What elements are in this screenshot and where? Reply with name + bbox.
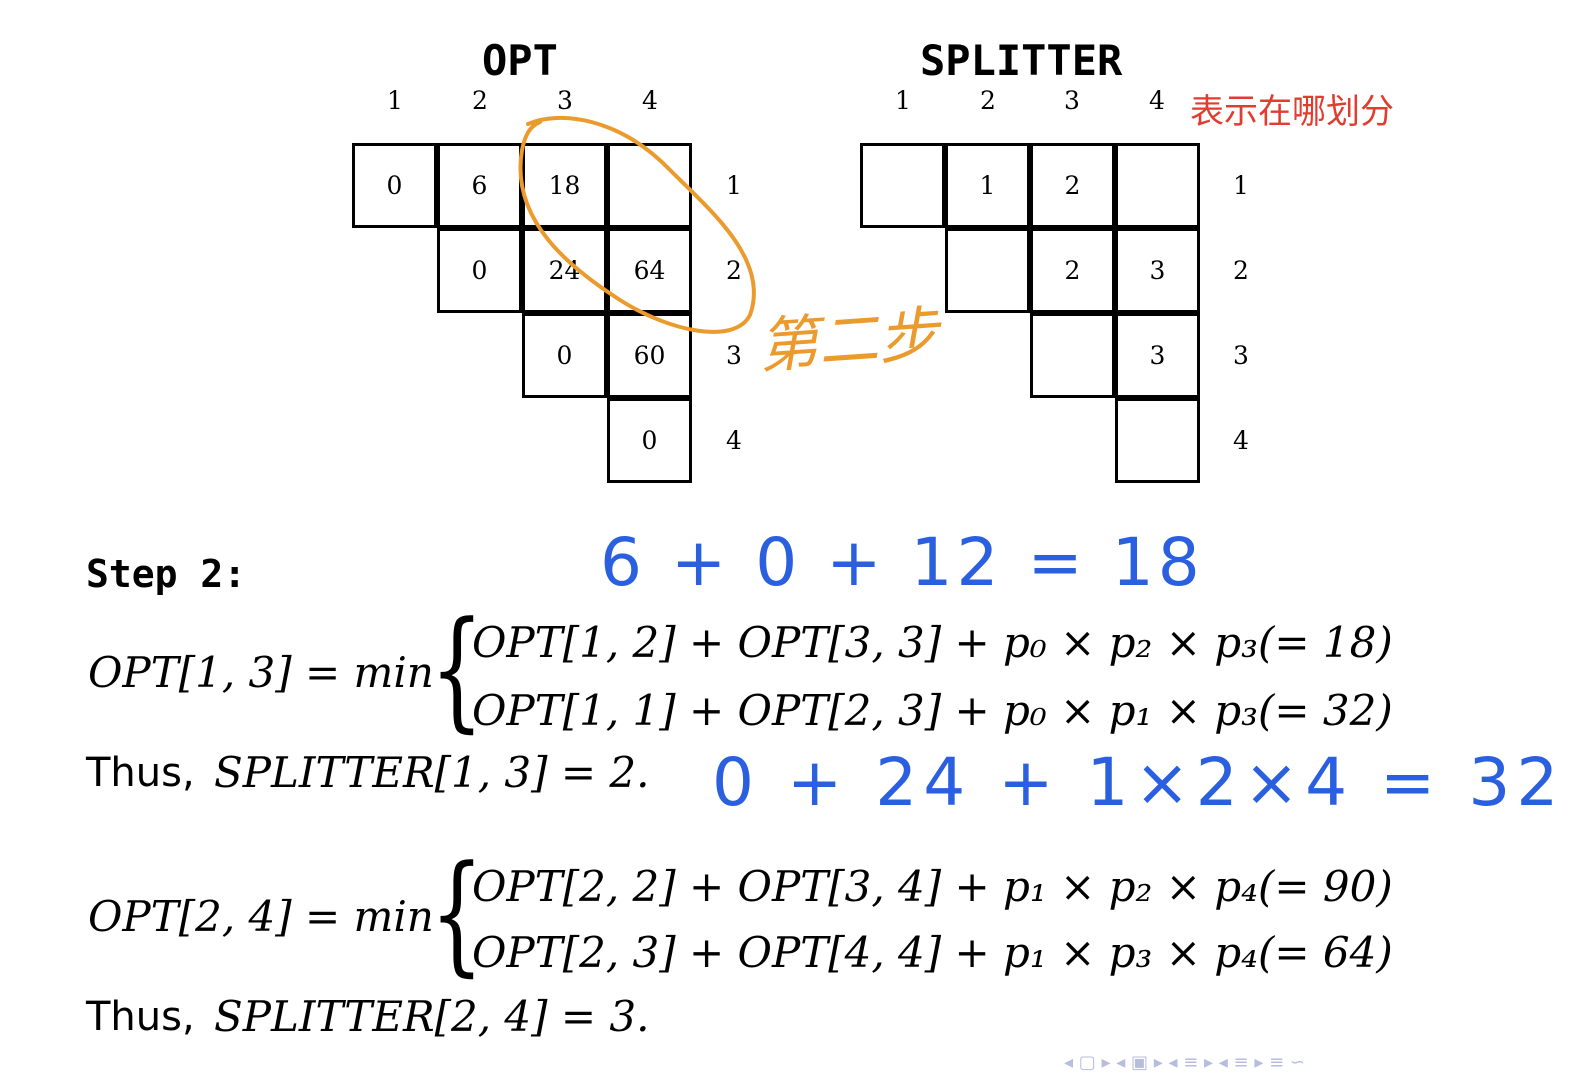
equation-case: OPT[1, 1] + OPT[2, 3] + p₀ × p₁ × p₃(= 3… bbox=[472, 686, 1393, 735]
splitter-cell: 3 bbox=[1115, 313, 1200, 398]
splitter-cell bbox=[1115, 398, 1200, 483]
orange-circle-annotation bbox=[518, 115, 756, 334]
thus-expression: SPLITTER[1, 3] = 2. bbox=[214, 748, 650, 797]
splitter-col-number: 2 bbox=[980, 86, 996, 115]
splitter-col-number: 3 bbox=[1064, 86, 1080, 115]
thus-word: Thus, bbox=[86, 750, 195, 796]
opt-cell: 0 bbox=[607, 398, 692, 483]
splitter-cell bbox=[860, 143, 945, 228]
step-title: Step 2: bbox=[86, 552, 247, 596]
splitter-col-number: 1 bbox=[895, 86, 911, 115]
splitter-row-number: 3 bbox=[1233, 341, 1249, 370]
splitter-cell bbox=[1030, 313, 1115, 398]
second-step-handwritten-note: 第二步 bbox=[756, 299, 941, 383]
splitter-cell: 1 bbox=[945, 143, 1030, 228]
handwritten-calc-2: 0 + 24 + 1×2×4 = 32 bbox=[712, 744, 1565, 821]
splitter-col-number: 4 bbox=[1149, 86, 1165, 115]
splitter-cell: 2 bbox=[1030, 143, 1115, 228]
equation-case: OPT[2, 3] + OPT[4, 4] + p₁ × p₃ × p₄(= 6… bbox=[472, 928, 1393, 977]
splitter-row-number: 2 bbox=[1233, 256, 1249, 285]
splitter-cell bbox=[945, 228, 1030, 313]
splitter-table-title: SPLITTER bbox=[920, 36, 1123, 85]
opt-col-number: 1 bbox=[387, 86, 403, 115]
splitter-cell: 3 bbox=[1115, 228, 1200, 313]
handwritten-calc-1: 6 + 0 + 12 = 18 bbox=[600, 524, 1204, 601]
splitter-row-number: 4 bbox=[1233, 426, 1249, 455]
opt-col-number: 2 bbox=[472, 86, 488, 115]
slide-navigation-bar[interactable]: ◂ ▢ ▸ ◂ ▣ ▸ ◂ ≡ ▸ ◂ ≡ ▸ ≡ ∽ bbox=[1064, 1052, 1305, 1073]
equation-case: OPT[1, 2] + OPT[3, 3] + p₀ × p₂ × p₃(= 1… bbox=[472, 618, 1393, 667]
opt-table-title: OPT bbox=[482, 36, 558, 85]
equation-lhs: OPT[2, 4] = min bbox=[88, 892, 434, 941]
equation-lhs: OPT[1, 3] = min bbox=[88, 648, 434, 697]
splitter-handwritten-note: 表示在哪划分 bbox=[1190, 92, 1394, 132]
splitter-row-number: 1 bbox=[1233, 171, 1249, 200]
opt-cell: 0 bbox=[352, 143, 437, 228]
thus-word: Thus, bbox=[86, 994, 195, 1040]
splitter-cell: 2 bbox=[1030, 228, 1115, 313]
thus-expression: SPLITTER[2, 4] = 3. bbox=[214, 992, 650, 1041]
opt-row-number: 4 bbox=[726, 426, 742, 455]
equation-case: OPT[2, 2] + OPT[3, 4] + p₁ × p₂ × p₄(= 9… bbox=[472, 862, 1393, 911]
splitter-cell bbox=[1115, 143, 1200, 228]
